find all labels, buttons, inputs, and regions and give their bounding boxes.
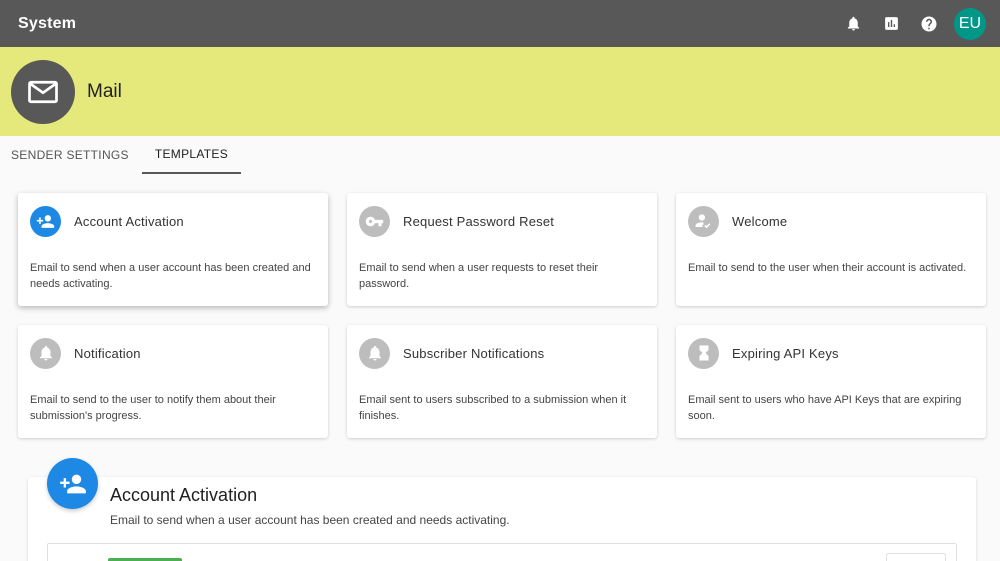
bell-icon [30,337,61,369]
app-bar: System EU [0,0,1000,47]
mail-icon [11,59,75,124]
page-title: Mail [87,80,122,102]
page-banner: Mail [0,47,1000,136]
person-add-icon [47,458,98,509]
card-description: Email sent to users subscribed to a subm… [359,394,627,422]
notifications-icon[interactable] [834,5,872,43]
card-description: Email to send when a user requests to re… [359,262,599,290]
tab-bar: SENDER SETTINGS TEMPLATES [0,136,242,174]
template-card-expiring-api-keys[interactable]: Expiring API Keys Email sent to users wh… [676,325,986,438]
hourglass-icon [688,337,719,369]
detail-editor-section [47,543,957,561]
card-description: Email to send when a user account has be… [30,262,311,290]
card-title: Request Password Reset [403,213,555,229]
person-add-icon [30,205,61,237]
user-avatar[interactable]: EU [954,7,986,40]
template-card-notification[interactable]: Notification Email to send to the user t… [18,325,328,438]
app-title: System [18,14,77,32]
card-title: Account Activation [74,213,184,229]
tab-sender-settings[interactable]: SENDER SETTINGS [0,136,140,174]
template-card-subscriber-notifications[interactable]: Subscriber Notifications Email sent to u… [347,325,657,438]
card-description: Email to send to the user to notify them… [30,394,276,422]
key-icon [359,205,390,237]
person-check-icon [688,205,719,237]
detail-title: Account Activation [110,485,258,505]
bell-icon [359,337,390,369]
app-bar-actions: EU [834,5,986,43]
help-icon[interactable] [910,5,948,43]
card-title: Expiring API Keys [732,345,839,361]
card-description: Email to send to the user when their acc… [688,262,967,274]
card-title: Subscriber Notifications [403,345,545,361]
detail-action-box[interactable] [886,553,946,561]
template-card-welcome[interactable]: Welcome Email to send to the user when t… [676,193,986,306]
chart-icon[interactable] [872,5,910,43]
detail-description: Email to send when a user account has be… [110,513,510,527]
card-title: Welcome [732,213,788,229]
template-cards: Account Activation Email to send when a … [18,193,986,438]
template-card-account-activation[interactable]: Account Activation Email to send when a … [18,193,328,306]
tab-templates[interactable]: TEMPLATES [141,136,242,174]
card-title: Notification [74,345,141,361]
card-description: Email sent to users who have API Keys th… [688,394,962,422]
template-detail-panel: Account Activation Email to send when a … [28,458,976,561]
template-card-request-password-reset[interactable]: Request Password Reset Email to send whe… [347,193,657,306]
